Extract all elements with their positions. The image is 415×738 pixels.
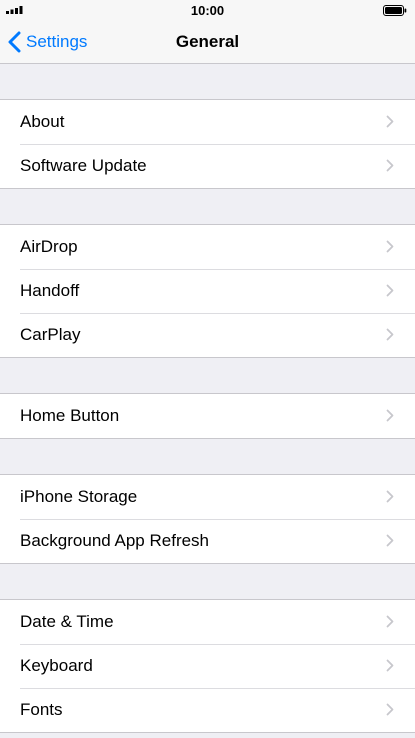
row-label: Background App Refresh: [20, 531, 210, 550]
row-label: Fonts: [20, 700, 63, 719]
settings-list: About Software Update AirDrop Handoff Ca…: [0, 64, 415, 733]
settings-general-screen: 10:00 Settings General About Software Up…: [0, 0, 415, 738]
section-spacer: [0, 439, 415, 474]
settings-group: AirDrop Handoff CarPlay: [0, 224, 415, 358]
settings-row-carplay[interactable]: CarPlay: [0, 313, 415, 357]
row-label: About: [20, 112, 65, 131]
back-button-label: Settings: [26, 32, 88, 51]
settings-row-handoff[interactable]: Handoff: [0, 269, 415, 313]
row-label: iPhone Storage: [20, 487, 138, 506]
chevron-right-icon: [386, 115, 394, 128]
chevron-right-icon: [386, 409, 394, 422]
chevron-right-icon: [386, 159, 394, 172]
settings-row-software-update[interactable]: Software Update: [0, 144, 415, 188]
row-label: Handoff: [20, 281, 80, 300]
chevron-right-icon: [386, 328, 394, 341]
chevron-right-icon: [386, 703, 394, 716]
status-bar: 10:00: [0, 0, 415, 20]
chevron-right-icon: [386, 615, 394, 628]
row-label: Software Update: [20, 156, 147, 175]
row-label: AirDrop: [20, 237, 78, 256]
settings-group: iPhone Storage Background App Refresh: [0, 474, 415, 564]
back-button[interactable]: Settings: [8, 20, 87, 64]
status-time: 10:00: [190, 3, 225, 18]
section-spacer: [0, 564, 415, 599]
settings-row-iphone-storage[interactable]: iPhone Storage: [0, 475, 415, 519]
navigation-bar: Settings General: [0, 20, 415, 64]
settings-group: Date & Time Keyboard Fonts: [0, 599, 415, 733]
row-label: Date & Time: [20, 612, 114, 631]
chevron-left-icon: [8, 31, 21, 53]
chevron-right-icon: [386, 284, 394, 297]
settings-row-about[interactable]: About: [0, 100, 415, 144]
chevron-right-icon: [386, 490, 394, 503]
row-label: Keyboard: [20, 656, 93, 675]
chevron-right-icon: [386, 659, 394, 672]
settings-row-background-app-refresh[interactable]: Background App Refresh: [0, 519, 415, 563]
settings-group: About Software Update: [0, 99, 415, 189]
row-label: CarPlay: [20, 325, 81, 344]
settings-row-airdrop[interactable]: AirDrop: [0, 225, 415, 269]
chevron-right-icon: [386, 534, 394, 547]
settings-group: Home Button: [0, 393, 415, 439]
section-spacer: [0, 189, 415, 224]
row-label: Home Button: [20, 406, 120, 425]
section-spacer: [0, 64, 415, 99]
settings-row-date-time[interactable]: Date & Time: [0, 600, 415, 644]
settings-row-home-button[interactable]: Home Button: [0, 394, 415, 438]
section-spacer: [0, 358, 415, 393]
settings-row-keyboard[interactable]: Keyboard: [0, 644, 415, 688]
chevron-right-icon: [386, 240, 394, 253]
settings-row-fonts[interactable]: Fonts: [0, 688, 415, 732]
battery-icon: [383, 5, 407, 16]
